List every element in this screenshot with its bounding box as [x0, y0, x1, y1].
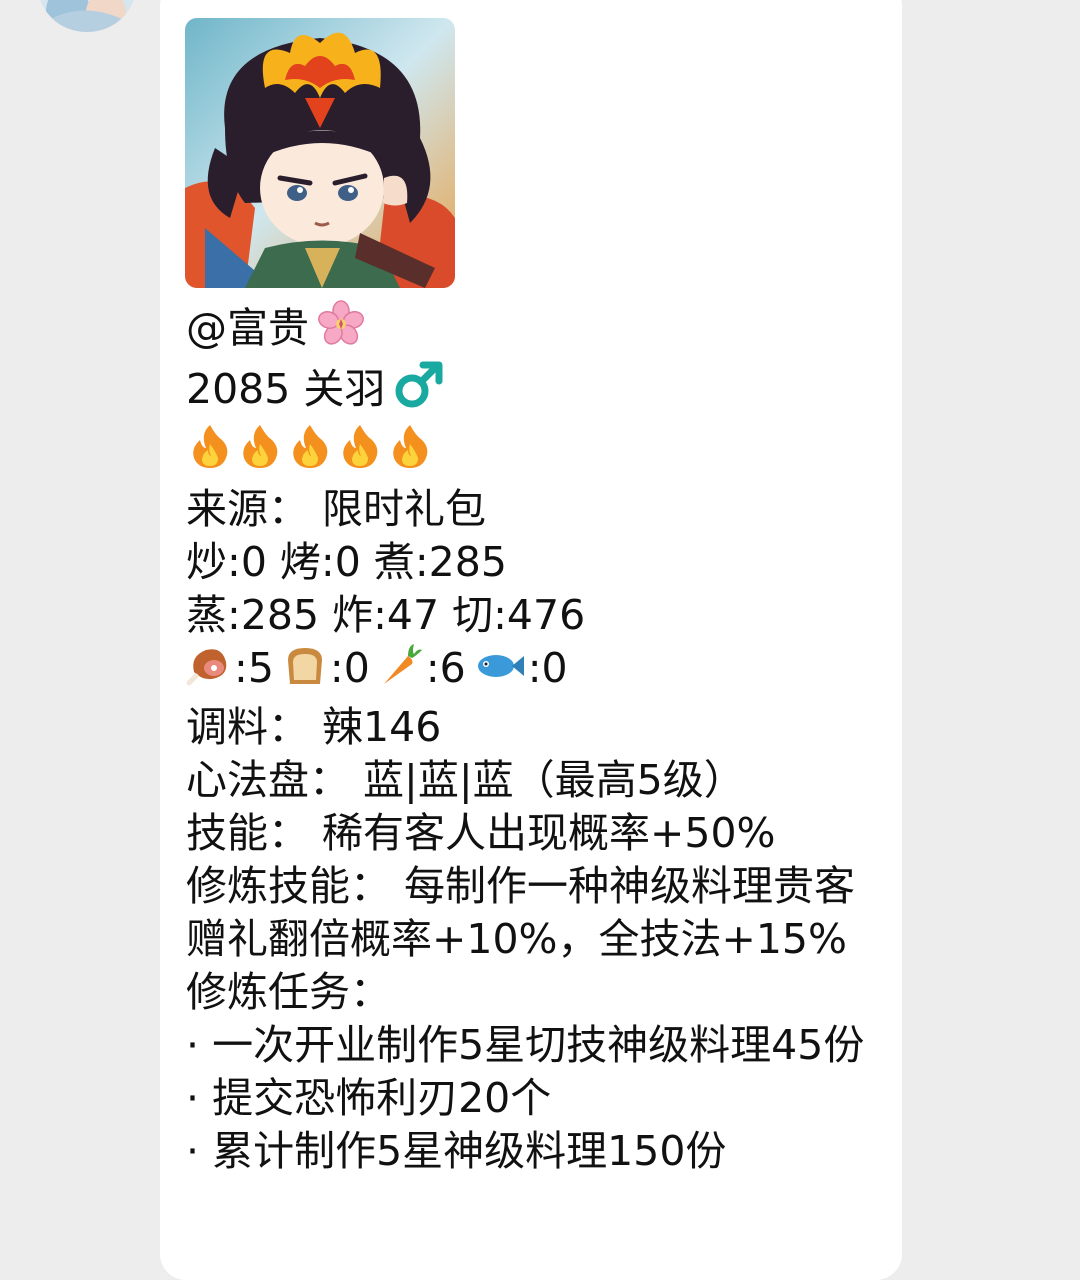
character-name-line: 2085 关羽 — [186, 361, 876, 422]
message-text: @富贵 2085 关羽 来源： 限时礼包 炒:0 烤:0 煮:285 蒸:285… — [186, 300, 876, 1178]
fire-icon — [336, 422, 384, 483]
ingredients-line: :5 :0 :6 :0 — [186, 642, 876, 701]
fire-icon — [186, 422, 234, 483]
cultivation-skill-text: 修炼技能： 每制作一种神级料理贵客赠礼翻倍概率+10%，全技法+15% — [186, 862, 856, 963]
meat-value: :5 — [234, 644, 274, 692]
carrot-icon — [378, 642, 424, 701]
seasoning-line: 调料： 辣146 — [186, 703, 442, 751]
sender-avatar[interactable] — [38, 0, 136, 32]
fish-value: :0 — [527, 644, 568, 692]
guan-yu-chibi-illustration — [185, 18, 455, 288]
fire-icon — [286, 422, 334, 483]
character-portrait-image[interactable] — [185, 18, 455, 288]
cherry-blossom-icon — [317, 300, 365, 361]
skill-line: 技能： 稀有客人出现概率+50% — [186, 809, 776, 857]
character-name: 2085 关羽 — [186, 365, 386, 413]
carrot-value: :6 — [425, 644, 466, 692]
heart-plate-line: 心法盘： 蓝|蓝|蓝（最高5级） — [186, 756, 745, 804]
source-line: 来源： 限时礼包 — [186, 485, 487, 533]
fire-icon — [236, 422, 284, 483]
bread-icon — [282, 642, 328, 701]
task-item: · 一次开业制作5星切技神级料理45份 — [186, 1021, 865, 1069]
skills-line-2: 蒸:285 炸:47 切:476 — [186, 591, 586, 639]
fire-rating — [186, 422, 876, 483]
task-item: · 累计制作5星神级料理150份 — [186, 1127, 727, 1175]
mention-text[interactable]: @富贵 — [186, 304, 309, 352]
fire-icon — [386, 422, 434, 483]
avatar-image — [38, 0, 136, 32]
fish-icon — [474, 642, 526, 701]
meat-icon — [186, 642, 232, 701]
male-sign-icon — [393, 361, 445, 422]
tasks-title: 修炼任务： — [186, 968, 391, 1016]
skills-line-1: 炒:0 烤:0 煮:285 — [186, 538, 507, 586]
mention-line: @富贵 — [186, 300, 876, 361]
task-item: · 提交恐怖利刃20个 — [186, 1074, 552, 1122]
bread-value: :0 — [329, 644, 370, 692]
